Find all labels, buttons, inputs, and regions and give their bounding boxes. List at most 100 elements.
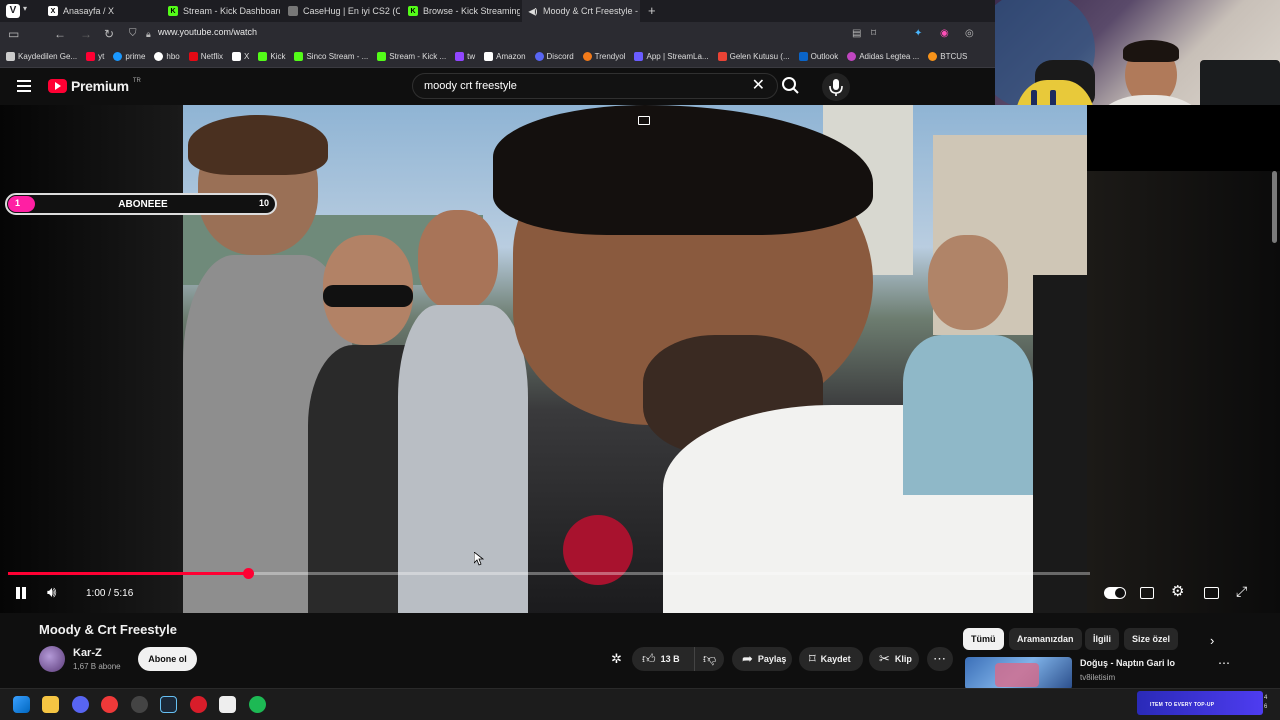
bookmark-item[interactable]: App | StreamLa... [634, 52, 709, 61]
dislike-button[interactable]: 👎︎ [694, 647, 724, 671]
avatar[interactable] [39, 646, 65, 672]
forward-icon[interactable]: → [80, 26, 92, 42]
thumbs-down-icon: 👎︎ [703, 651, 717, 666]
scrubber-handle[interactable] [242, 568, 254, 579]
app-icon[interactable] [131, 696, 148, 713]
more-vertical-icon[interactable]: ⋯ [1218, 656, 1230, 670]
pause-button[interactable] [14, 585, 28, 601]
extension-icon[interactable]: ✦ [914, 26, 922, 42]
tab-kick-browse[interactable]: K Browse - Kick Streaming [402, 0, 520, 22]
video-scene-shape [493, 105, 873, 235]
like-button[interactable]: 👍︎ 13 B [632, 647, 694, 671]
chevron-down-icon[interactable]: ▾ [23, 4, 27, 13]
vivaldi-menu-icon[interactable]: V [6, 4, 20, 18]
video-scene-shape [928, 235, 1008, 330]
bookmark-item[interactable]: Sinco Stream - ... [294, 52, 368, 61]
theater-mode-icon[interactable] [1204, 587, 1219, 599]
autoplay-toggle[interactable] [1104, 587, 1126, 599]
bookmark-label: Kick [270, 52, 286, 61]
recommendation-title[interactable]: Doğuş - Naptın Gari lo [1080, 658, 1175, 668]
video-scene-shape [188, 115, 328, 175]
gmail-icon [717, 52, 727, 61]
chevron-right-icon[interactable]: › [1210, 633, 1214, 648]
bookmark-item[interactable]: Discord [534, 52, 574, 61]
chip-from-search[interactable]: Aramanızdan [1009, 628, 1082, 650]
settings-gear-icon[interactable]: ⚙︎ [1171, 582, 1184, 600]
bookmark-label: Adidas Legtea ... [859, 52, 920, 61]
tab-youtube-active[interactable]: ◀) Moody & Crt Freestyle - Yo [522, 0, 640, 22]
bookmark-item[interactable]: Outlook [798, 52, 838, 61]
video-player[interactable]: 1 ABONEEE 10 🔊︎ 1:00 / 5:16 ⚙︎ ⤢ [0, 105, 1280, 613]
scrollbar-thumb[interactable] [1272, 171, 1277, 243]
progress-bar[interactable] [8, 568, 1090, 579]
bookmark-item[interactable]: Adidas Legtea ... [847, 52, 919, 61]
steam-icon[interactable] [160, 696, 177, 713]
miniplayer-icon[interactable] [638, 116, 650, 125]
tab-x[interactable]: X Anasayfa / X [42, 0, 160, 22]
kick-logo-icon: K [408, 6, 418, 16]
chip-all[interactable]: Tümü [963, 628, 1004, 650]
clip-button[interactable]: ✂︎ Klip [869, 647, 919, 671]
extension-icon[interactable]: ◎ [965, 26, 974, 42]
search-button[interactable] [778, 73, 804, 99]
shield-icon[interactable]: ⛉ [129, 26, 137, 42]
discord-icon[interactable] [72, 696, 89, 713]
thumbs-up-icon: 👍︎ [642, 651, 656, 666]
close-icon[interactable]: ✕ [752, 77, 765, 95]
bookmark-item[interactable]: BTCUS [928, 52, 967, 61]
bookmark-item[interactable]: Gelen Kutusu (... [717, 52, 790, 61]
back-icon[interactable]: ← [54, 26, 66, 42]
youtube-play-icon [48, 79, 67, 93]
bookmark-item[interactable]: Kaydedilen Ge... [6, 52, 77, 61]
vivaldi-browser-icon[interactable] [101, 696, 118, 713]
save-button[interactable]: ⌑ Kaydet [799, 647, 863, 671]
tab-casehug[interactable]: CaseHug | En iyi CS2 (CS:G [282, 0, 400, 22]
bookmark-item[interactable]: Trendyol [582, 52, 625, 61]
recommendation-thumbnail[interactable] [965, 657, 1072, 690]
bookmark-item[interactable]: Kick [258, 52, 285, 61]
subscribe-button[interactable]: Abone ol [138, 647, 197, 671]
bookmark-item[interactable]: Netflix [188, 52, 223, 61]
fullscreen-icon[interactable]: ⤢ [1236, 583, 1247, 600]
video-frame[interactable] [183, 105, 1087, 613]
panel-toggle-icon[interactable]: ▭ [8, 26, 19, 42]
windows-start-icon[interactable] [13, 696, 30, 713]
bookmark-item[interactable]: yt [86, 52, 104, 61]
bookmark-item[interactable]: Stream - Kick ... [377, 52, 446, 61]
extension-icon[interactable]: ◉ [940, 26, 949, 42]
channel-name[interactable]: Kar-Z [73, 647, 102, 659]
share-icon: ➦ [742, 651, 753, 666]
bookmark-item[interactable]: Amazon [484, 52, 526, 61]
reload-icon[interactable]: ↻ [104, 26, 114, 42]
recommendation-channel[interactable]: tv8iletisim [1080, 673, 1115, 682]
new-tab-button[interactable]: + [648, 3, 656, 18]
chip-for-you[interactable]: Size özel [1124, 628, 1179, 650]
bookmark-label: yt [98, 52, 105, 61]
bookmark-item[interactable]: prime [113, 52, 145, 61]
bookmark-icon[interactable]: ⌑ [871, 26, 876, 42]
share-button[interactable]: ➦ Paylaş [732, 647, 792, 671]
menu-icon[interactable] [17, 80, 31, 92]
voice-search-button[interactable] [822, 73, 850, 101]
spotify-icon[interactable] [249, 696, 266, 713]
bookmark-item[interactable]: tw [455, 52, 475, 61]
bookmark-item[interactable]: hbo [154, 52, 180, 61]
premium-spark-icon[interactable]: ✲ [611, 651, 622, 667]
volume-icon[interactable]: 🔊︎ [47, 584, 56, 601]
system-clock[interactable]: 4 6 [1264, 694, 1267, 712]
reader-icon[interactable]: ▤ [852, 26, 861, 42]
captions-icon[interactable] [1140, 587, 1154, 599]
streamlabs-icon [634, 52, 644, 61]
app-icon[interactable] [190, 696, 207, 713]
tab-label: CaseHug | En iyi CS2 (CS:G [303, 6, 400, 16]
chip-related[interactable]: İlgili [1085, 628, 1119, 650]
tab-kick-dashboard[interactable]: K Stream - Kick Dashboard [162, 0, 280, 22]
more-actions-button[interactable]: ⋯ [927, 647, 953, 671]
file-explorer-icon[interactable] [42, 696, 59, 713]
youtube-logo[interactable]: Premium TR [48, 78, 141, 94]
app-icon[interactable] [219, 696, 236, 713]
bookmark-item[interactable]: X [232, 52, 249, 61]
url-field[interactable]: www.youtube.com/watch [158, 27, 257, 37]
search-input[interactable]: moody crt freestyle ✕ [412, 73, 778, 99]
thumbnail-shape [995, 663, 1039, 687]
